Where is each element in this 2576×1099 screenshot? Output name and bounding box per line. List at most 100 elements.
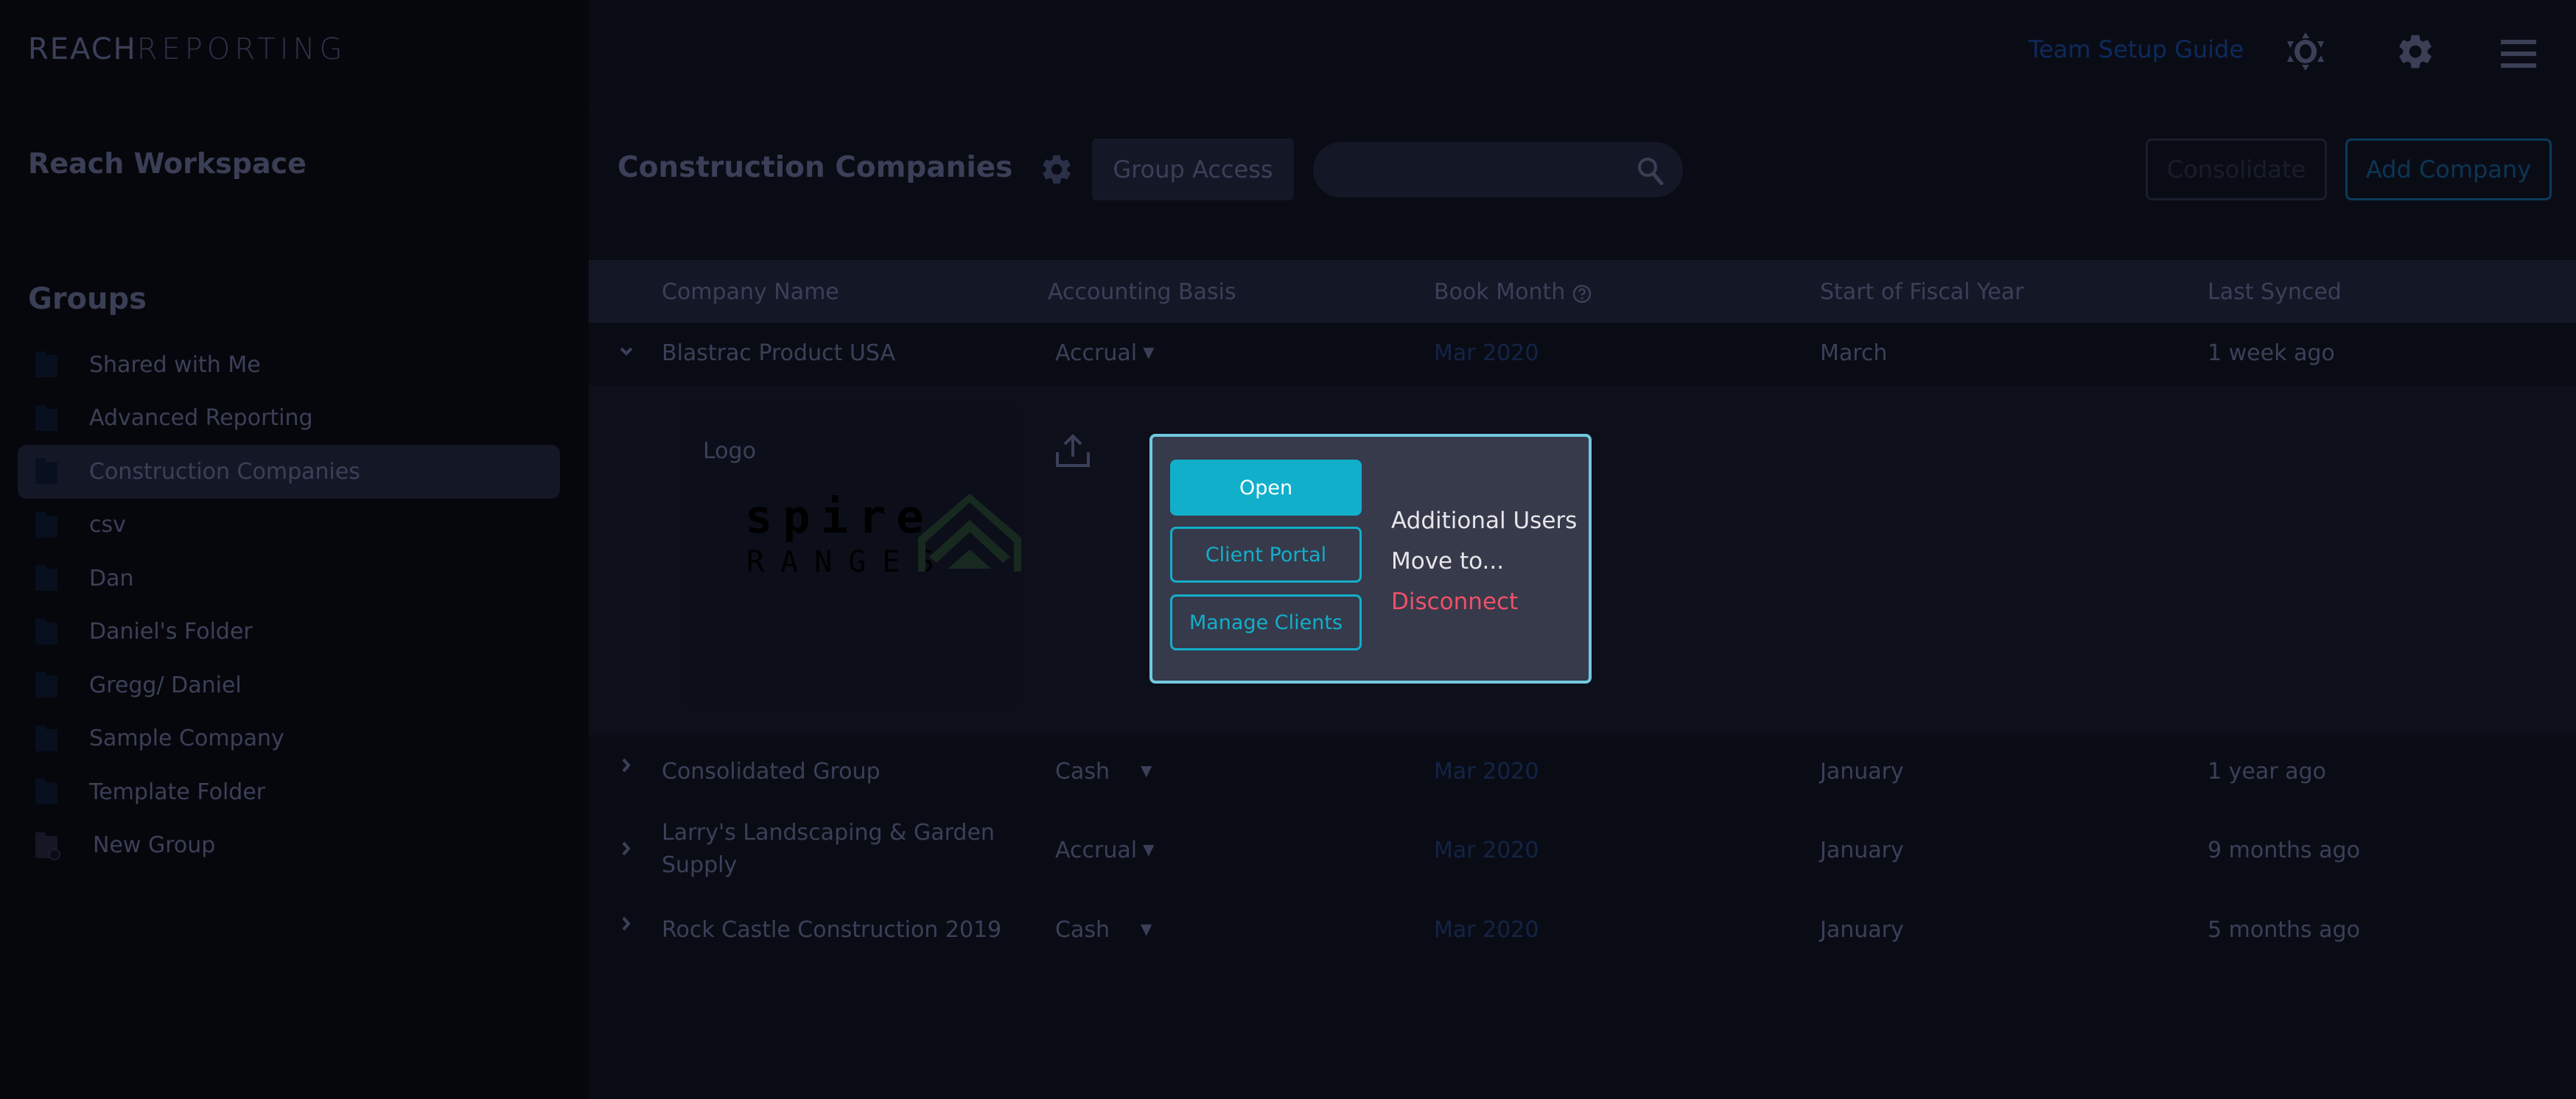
new-group-button[interactable]: New Group: [18, 819, 560, 873]
column-header-company-name[interactable]: Company Name: [662, 279, 839, 305]
sidebar-item-label: Dan: [89, 565, 134, 591]
caret-down-icon: ▼: [1143, 343, 1155, 361]
folder-icon: [35, 511, 57, 538]
sidebar-item-sample-company[interactable]: Sample Company: [18, 712, 560, 766]
theme-toggle-icon[interactable]: [2287, 32, 2324, 71]
settings-gear-icon[interactable]: [2395, 31, 2436, 72]
table-row[interactable]: Larry's Landscaping & Garden Supply Accr…: [589, 814, 2576, 893]
company-name[interactable]: Rock Castle Construction 2019: [662, 917, 1001, 943]
new-group-label: New Group: [93, 832, 216, 859]
company-name[interactable]: Consolidated Group: [662, 759, 881, 784]
folder-icon: [35, 672, 57, 698]
expanded-row-details: Logo spire RANGES Open Client Portal Man…: [589, 385, 2576, 735]
accounting-basis-select[interactable]: Accrual ▼: [1055, 838, 1154, 863]
book-month[interactable]: Mar 2020: [1434, 917, 1539, 943]
group-settings-gear-icon[interactable]: [1037, 152, 1076, 187]
table-row[interactable]: Rock Castle Construction 2019 Cash ▼ Mar …: [589, 893, 2576, 972]
book-month[interactable]: Mar 2020: [1434, 759, 1539, 784]
groups-heading: Groups: [28, 282, 147, 316]
sidebar-item-label: Daniel's Folder: [89, 619, 253, 645]
manage-clients-button[interactable]: Manage Clients: [1170, 594, 1362, 650]
open-button[interactable]: Open: [1170, 460, 1362, 516]
folder-icon: [35, 779, 57, 805]
group-list: Shared with Me Advanced Reporting Constr…: [18, 338, 560, 872]
column-header-book-month[interactable]: Book Month: [1434, 279, 1592, 305]
workspace-title: Reach Workspace: [28, 147, 307, 180]
team-setup-guide-link[interactable]: Team Setup Guide: [2029, 35, 2244, 63]
brand-logo[interactable]: REACHREPORTING: [28, 32, 346, 66]
table-header: Company Name Accounting Basis Book Month…: [589, 260, 2576, 323]
book-month[interactable]: Mar 2020: [1434, 340, 1539, 366]
accounting-basis-select[interactable]: Accrual ▼: [1055, 340, 1154, 366]
sidebar-item-dan[interactable]: Dan: [18, 552, 560, 605]
logo-text-spire: spire: [745, 492, 934, 544]
hamburger-menu-icon[interactable]: [2501, 38, 2538, 69]
sidebar-item-template-folder[interactable]: Template Folder: [18, 765, 560, 819]
client-portal-button[interactable]: Client Portal: [1170, 527, 1362, 583]
folder-icon: [35, 404, 57, 432]
sidebar-item-label: Template Folder: [89, 779, 266, 805]
accounting-basis-value: Cash: [1055, 759, 1110, 784]
new-folder-icon: [35, 832, 60, 860]
sidebar-item-advanced-reporting[interactable]: Advanced Reporting: [18, 392, 560, 446]
folder-icon: [35, 351, 57, 378]
sidebar-item-label: Gregg/ Daniel: [89, 672, 242, 698]
logo-card: Logo spire RANGES: [679, 404, 1090, 706]
chevron-right-icon[interactable]: [618, 757, 634, 773]
table-row[interactable]: Consolidated Group Cash ▼ Mar 2020 Januar…: [589, 735, 2576, 814]
sidebar-item-construction-companies[interactable]: Construction Companies: [18, 445, 560, 499]
folder-icon: [35, 458, 57, 485]
group-access-button[interactable]: Group Access: [1092, 138, 1294, 200]
company-name[interactable]: Larry's Landscaping & Garden Supply: [662, 817, 1008, 882]
last-synced: 9 months ago: [2208, 838, 2360, 863]
table-row[interactable]: Blastrac Product USA Accrual ▼ Mar 2020 M…: [589, 323, 2576, 385]
page-title: Construction Companies: [617, 151, 1013, 184]
chevron-right-icon[interactable]: [618, 916, 634, 932]
caret-down-icon: ▼: [1140, 920, 1152, 938]
sidebar-item-shared-with-me[interactable]: Shared with Me: [18, 338, 560, 392]
top-bar: [589, 0, 2576, 107]
consolidate-button[interactable]: Consolidate: [2146, 138, 2327, 200]
add-company-button[interactable]: Add Company: [2345, 138, 2552, 200]
accounting-basis-value: Cash: [1055, 917, 1110, 943]
column-header-start-of-fiscal-year[interactable]: Start of Fiscal Year: [1820, 279, 2024, 305]
accounting-basis-select[interactable]: Cash ▼: [1055, 917, 1152, 943]
search-input[interactable]: [1335, 142, 1615, 197]
caret-down-icon: ▼: [1143, 840, 1155, 858]
sidebar-item-gregg-daniel[interactable]: Gregg/ Daniel: [18, 659, 560, 712]
logo-label: Logo: [703, 438, 756, 464]
chevron-right-icon[interactable]: [618, 840, 634, 857]
column-header-accounting-basis[interactable]: Accounting Basis: [1048, 279, 1236, 305]
fiscal-year-start: March: [1820, 340, 1888, 366]
search-icon[interactable]: [1637, 157, 1664, 186]
help-circle-icon[interactable]: [1572, 284, 1592, 303]
upload-icon[interactable]: [1054, 432, 1091, 468]
brand-part-reporting: REPORTING: [136, 32, 347, 66]
column-header-book-month-label: Book Month: [1434, 279, 1566, 305]
sidebar-item-csv[interactable]: csv: [18, 499, 560, 552]
accounting-basis-select[interactable]: Cash ▼: [1055, 759, 1152, 784]
additional-users-link[interactable]: Additional Users: [1391, 508, 1577, 534]
last-synced: 5 months ago: [2208, 917, 2360, 943]
sidebar-item-daniels-folder[interactable]: Daniel's Folder: [18, 605, 560, 659]
fiscal-year-start: January: [1820, 917, 1904, 943]
book-month[interactable]: Mar 2020: [1434, 838, 1539, 863]
disconnect-link[interactable]: Disconnect: [1391, 589, 1518, 615]
sidebar: REACHREPORTING Reach Workspace Groups Sh…: [0, 0, 589, 1099]
company-name[interactable]: Blastrac Product USA: [662, 340, 895, 366]
last-synced: 1 week ago: [2208, 340, 2335, 366]
fiscal-year-start: January: [1820, 759, 1904, 784]
folder-icon: [35, 618, 57, 645]
folder-icon: [35, 565, 57, 591]
chevron-down-icon[interactable]: [618, 343, 634, 359]
company-logo-image: spire RANGES: [745, 490, 1062, 580]
move-to-link[interactable]: Move to...: [1391, 548, 1504, 575]
caret-down-icon: ▼: [1140, 762, 1152, 779]
sidebar-item-label: Advanced Reporting: [89, 405, 313, 432]
sidebar-item-label: Construction Companies: [89, 458, 360, 485]
company-actions-popup: Open Client Portal Manage Clients Additi…: [1149, 434, 1592, 684]
last-synced: 1 year ago: [2208, 759, 2326, 784]
column-header-last-synced[interactable]: Last Synced: [2208, 279, 2342, 305]
accounting-basis-value: Accrual: [1055, 838, 1138, 863]
accounting-basis-value: Accrual: [1055, 340, 1138, 366]
